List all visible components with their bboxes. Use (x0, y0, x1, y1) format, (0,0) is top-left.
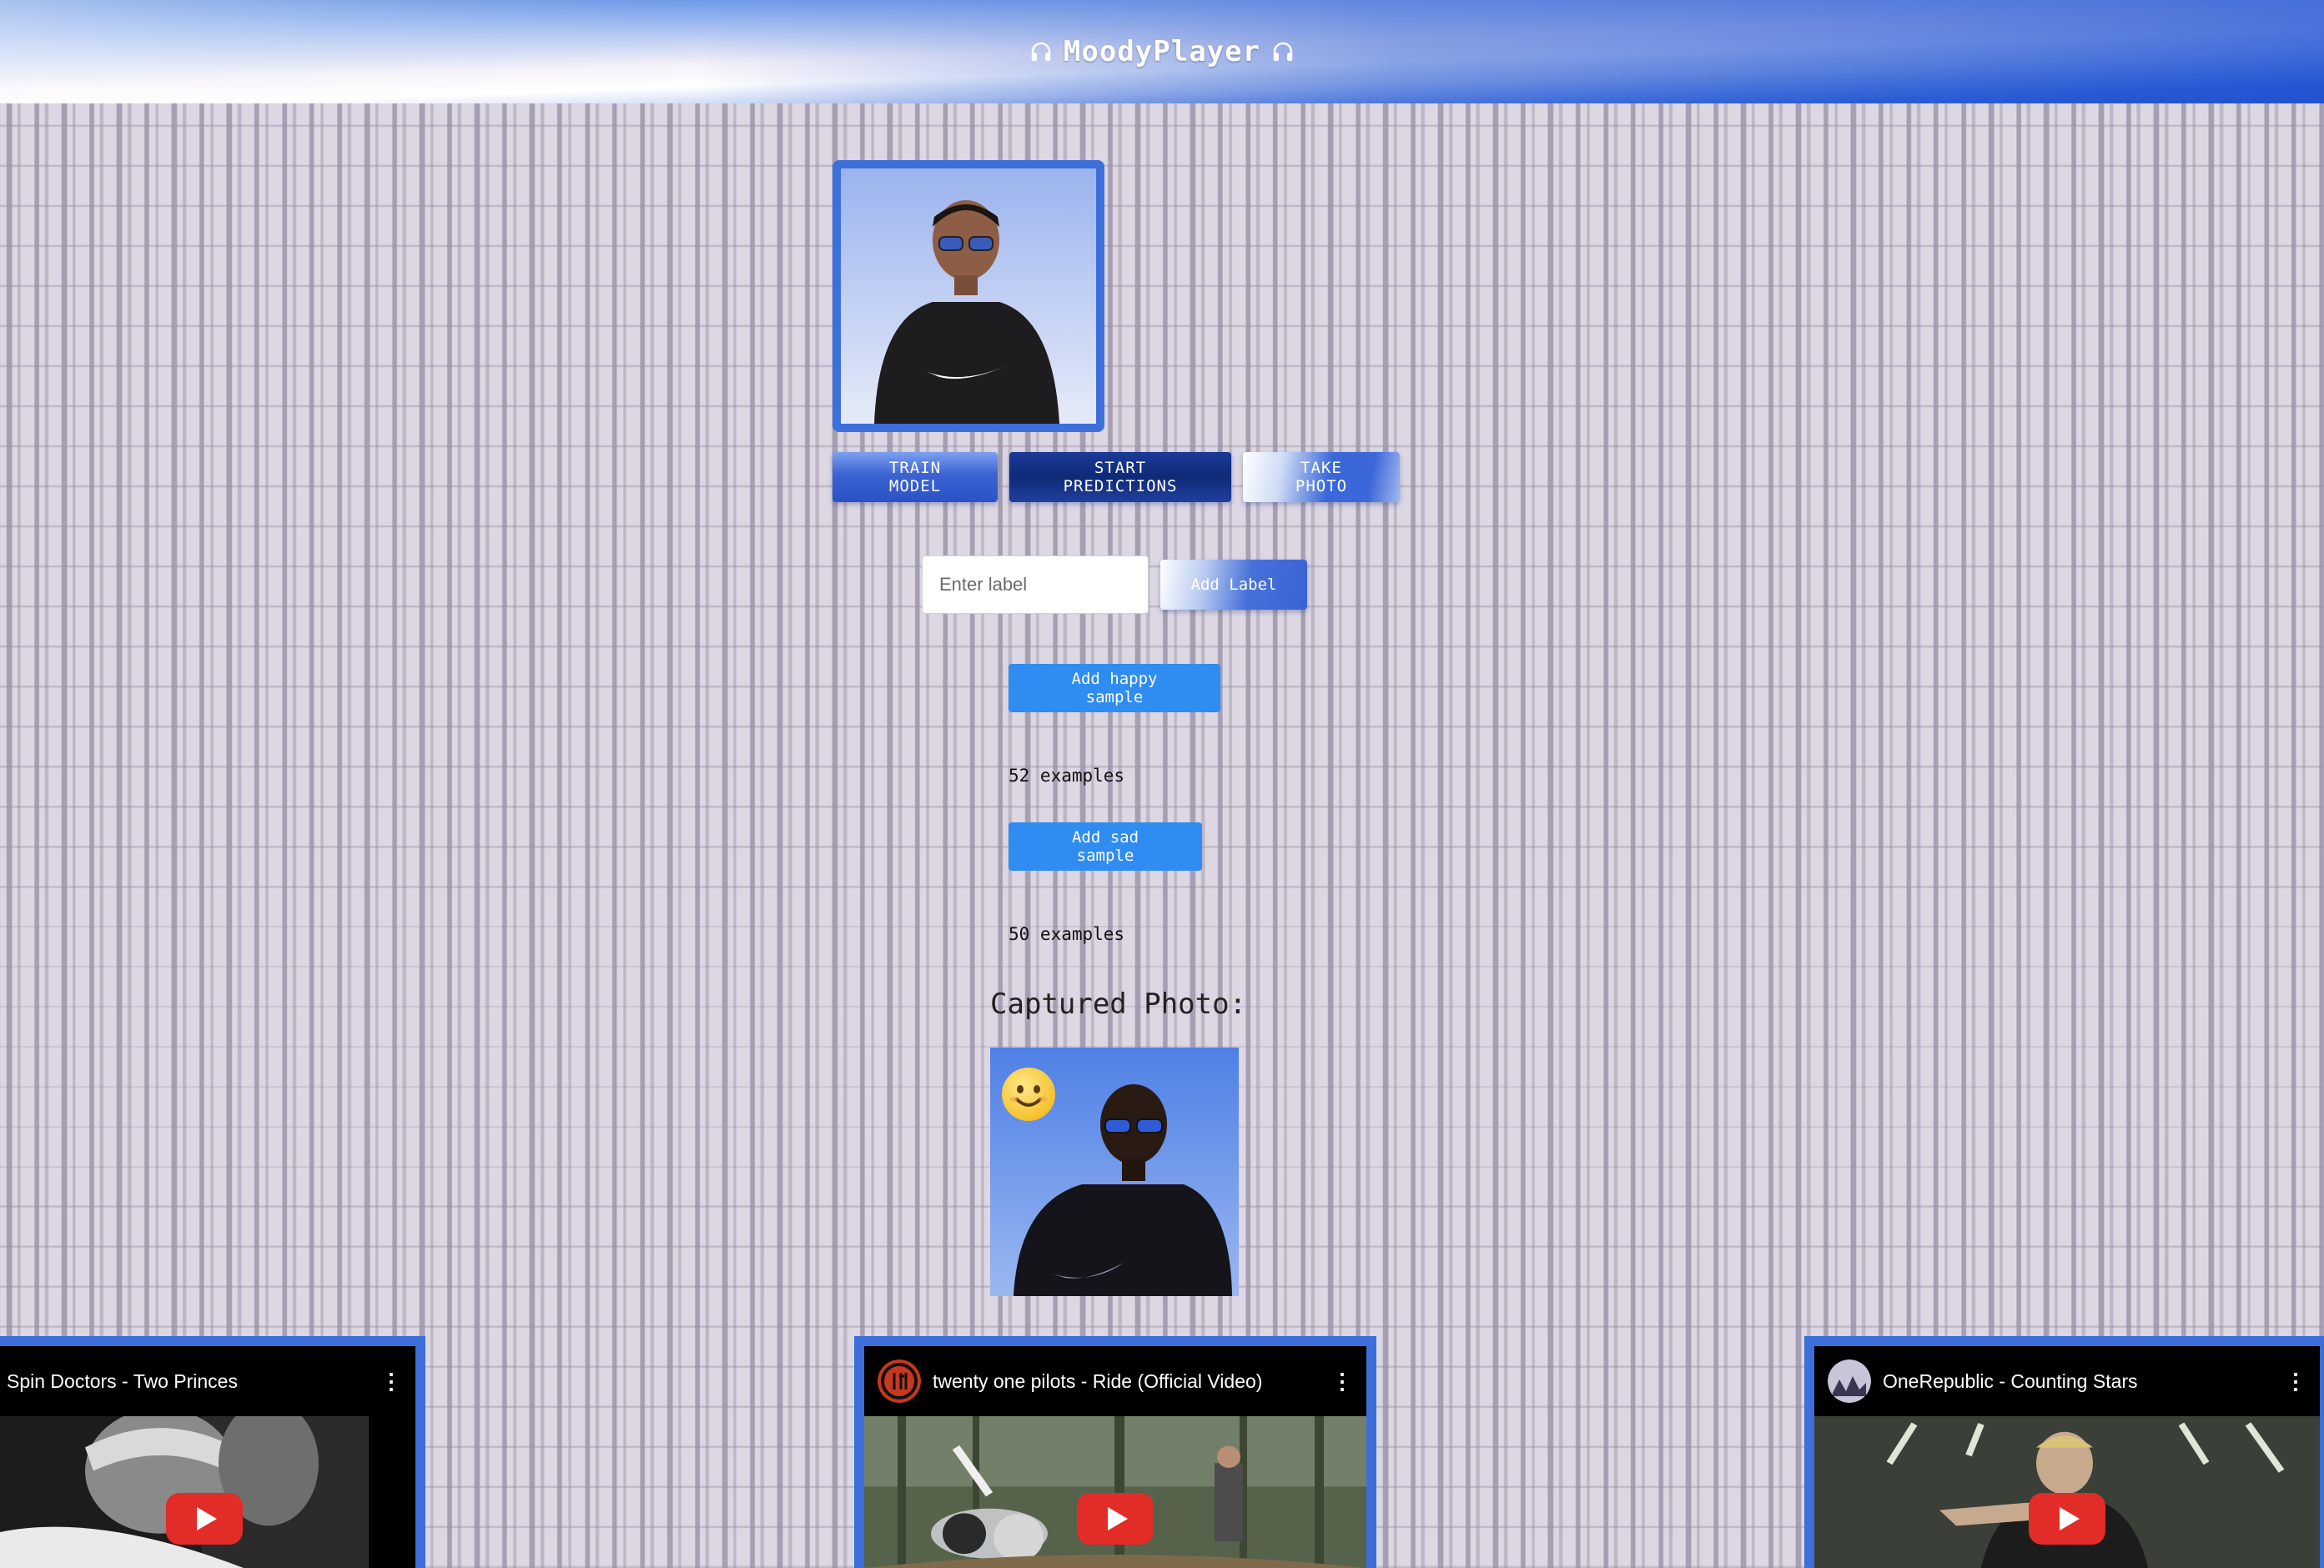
video-title[interactable]: OneRepublic - Counting Stars (1883, 1370, 2273, 1393)
video-info-bar: twenty one pilots - Ride (Official Video… (864, 1346, 1366, 1416)
play-button[interactable] (2029, 1493, 2105, 1545)
more-options-icon[interactable]: ⋮ (2285, 1369, 2306, 1395)
happy-example-count: 52 examples (1009, 766, 1125, 786)
start-predictions-button[interactable]: START PREDICTIONS (1009, 452, 1231, 502)
add-sad-sample-button[interactable]: Add sad sample (1009, 822, 1202, 871)
video-title[interactable]: twenty one pilots - Ride (Official Video… (933, 1370, 1320, 1393)
video-thumbnail (864, 1416, 1366, 1568)
play-button[interactable] (166, 1493, 243, 1545)
more-options-icon[interactable]: ⋮ (1331, 1369, 1353, 1395)
channel-avatar[interactable] (878, 1359, 921, 1403)
video-info-bar: OneRepublic - Counting Stars ⋮ (1814, 1346, 2320, 1416)
model-controls: TRAIN MODEL START PREDICTIONS TAKE PHOTO (833, 452, 1400, 502)
video-player-3[interactable]: OneRepublic - Counting Stars ⋮ (1804, 1336, 2324, 1568)
captured-photo (990, 1048, 1239, 1296)
video-info-bar: Spin Doctors - Two Princes ⋮ (0, 1346, 415, 1416)
label-form: Add Label (922, 555, 1307, 614)
sad-example-count: 50 examples (1009, 924, 1125, 944)
video-thumbnail (1814, 1416, 2320, 1568)
label-input[interactable] (922, 555, 1149, 614)
app-title: MoodyPlayer (1063, 35, 1261, 68)
app-header: MoodyPlayer (0, 0, 2324, 103)
headphones-icon (1273, 42, 1293, 62)
smiling-face-icon (1002, 1068, 1055, 1121)
train-model-button[interactable]: TRAIN MODEL (833, 452, 998, 502)
webcam-person-image (841, 168, 1096, 424)
channel-avatar[interactable] (1828, 1359, 1871, 1403)
video-player-2[interactable]: twenty one pilots - Ride (Official Video… (854, 1336, 1376, 1568)
headphones-icon (1031, 42, 1051, 62)
add-label-button[interactable]: Add Label (1160, 560, 1307, 610)
take-photo-button[interactable]: TAKE PHOTO (1243, 452, 1400, 502)
add-happy-sample-button[interactable]: Add happy sample (1009, 664, 1220, 712)
app-title-group: MoodyPlayer (1029, 35, 1295, 68)
video-title[interactable]: Spin Doctors - Two Princes (7, 1370, 369, 1393)
webcam-preview (833, 160, 1104, 432)
video-player-1[interactable]: Spin Doctors - Two Princes ⋮ (0, 1336, 425, 1568)
captured-photo-title: Captured Photo: (990, 988, 1247, 1021)
play-button[interactable] (1077, 1493, 1154, 1545)
more-options-icon[interactable]: ⋮ (380, 1369, 402, 1395)
video-thumbnail (0, 1400, 415, 1568)
